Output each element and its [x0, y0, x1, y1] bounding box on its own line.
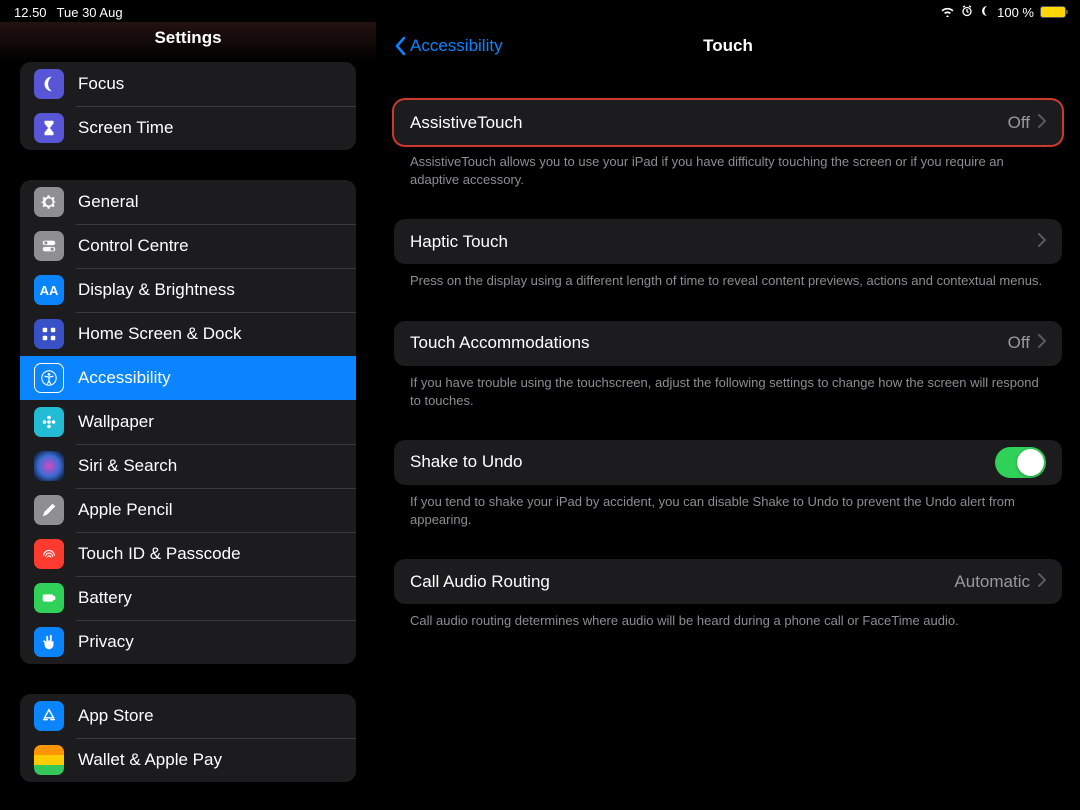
group-assistive-touch: AssistiveTouch Off — [394, 100, 1062, 145]
sidebar-item-apple-pencil[interactable]: Apple Pencil — [20, 488, 356, 532]
status-date: Tue 30 Aug — [57, 5, 123, 20]
row-value: Automatic — [954, 572, 1030, 592]
sidebar-item-control-centre[interactable]: Control Centre — [20, 224, 356, 268]
battery-icon — [34, 583, 64, 613]
sidebar-section-focus: Focus Screen Time — [20, 62, 356, 150]
sidebar-section-main: General Control Centre AA Display & Brig… — [20, 180, 356, 664]
sidebar-item-label: Battery — [78, 588, 132, 608]
hand-icon — [34, 627, 64, 657]
sidebar-item-label: Display & Brightness — [78, 280, 235, 300]
sidebar-item-label: Home Screen & Dock — [78, 324, 241, 344]
settings-sidebar: Settings Focus Screen Time General — [0, 22, 376, 810]
sidebar-item-screen-time[interactable]: Screen Time — [20, 106, 356, 150]
chevron-right-icon — [1038, 333, 1046, 353]
switches-icon — [34, 231, 64, 261]
siri-icon — [34, 451, 64, 481]
footer-accommodations: If you have trouble using the touchscree… — [394, 366, 1062, 410]
row-value: Off — [1008, 333, 1030, 353]
sidebar-item-battery[interactable]: Battery — [20, 576, 356, 620]
moon-icon — [979, 5, 991, 20]
row-label: Touch Accommodations — [410, 333, 1008, 353]
sidebar-item-label: Wallpaper — [78, 412, 154, 432]
row-label: Call Audio Routing — [410, 572, 954, 592]
sidebar-item-wallpaper[interactable]: Wallpaper — [20, 400, 356, 444]
battery-percent: 100 % — [997, 5, 1034, 20]
sidebar-title: Settings — [0, 22, 376, 62]
sidebar-item-label: Wallet & Apple Pay — [78, 750, 222, 770]
row-label: AssistiveTouch — [410, 113, 1008, 133]
sidebar-item-label: Apple Pencil — [78, 500, 173, 520]
sidebar-item-accessibility[interactable]: Accessibility — [20, 356, 356, 400]
row-shake-to-undo: Shake to Undo — [394, 440, 1062, 485]
hourglass-icon — [34, 113, 64, 143]
moon-icon — [34, 69, 64, 99]
group-call-audio-routing: Call Audio Routing Automatic — [394, 559, 1062, 604]
accessibility-icon — [34, 363, 64, 393]
sidebar-item-siri[interactable]: Siri & Search — [20, 444, 356, 488]
sidebar-item-wallet[interactable]: Wallet & Apple Pay — [20, 738, 356, 782]
footer-callrouting: Call audio routing determines where audi… — [394, 604, 1062, 630]
sidebar-item-label: General — [78, 192, 138, 212]
sidebar-item-label: Screen Time — [78, 118, 173, 138]
back-button[interactable]: Accessibility — [394, 36, 503, 56]
row-assistive-touch[interactable]: AssistiveTouch Off — [394, 100, 1062, 145]
sidebar-item-focus[interactable]: Focus — [20, 62, 356, 106]
group-haptic-touch: Haptic Touch — [394, 219, 1062, 264]
chevron-right-icon — [1038, 572, 1046, 592]
row-value: Off — [1008, 113, 1030, 133]
sidebar-item-label: Focus — [78, 74, 124, 94]
footer-assistive: AssistiveTouch allows you to use your iP… — [394, 145, 1062, 189]
flower-icon — [34, 407, 64, 437]
sidebar-item-privacy[interactable]: Privacy — [20, 620, 356, 664]
status-bar: 12.50 Tue 30 Aug 100 % — [0, 0, 1080, 24]
chevron-right-icon — [1038, 232, 1046, 252]
battery-icon — [1040, 6, 1066, 18]
sidebar-item-label: Accessibility — [78, 368, 171, 388]
page-title: Touch — [703, 36, 753, 56]
sidebar-item-label: Touch ID & Passcode — [78, 544, 241, 564]
row-haptic-touch[interactable]: Haptic Touch — [394, 219, 1062, 264]
gear-icon — [34, 187, 64, 217]
chevron-left-icon — [394, 36, 406, 56]
sidebar-item-label: Siri & Search — [78, 456, 177, 476]
sidebar-item-app-store[interactable]: App Store — [20, 694, 356, 738]
sidebar-section-store: App Store Wallet & Apple Pay — [20, 694, 356, 782]
back-label: Accessibility — [410, 36, 503, 56]
detail-nav: Accessibility Touch — [394, 22, 1062, 70]
sidebar-item-touch-id[interactable]: Touch ID & Passcode — [20, 532, 356, 576]
sidebar-item-home-screen[interactable]: Home Screen & Dock — [20, 312, 356, 356]
wifi-icon — [940, 5, 955, 20]
wallet-icon — [34, 745, 64, 775]
footer-haptic: Press on the display using a different l… — [394, 264, 1062, 290]
row-label: Haptic Touch — [410, 232, 1038, 252]
footer-shake: If you tend to shake your iPad by accide… — [394, 485, 1062, 529]
grid-icon — [34, 319, 64, 349]
detail-pane: Accessibility Touch AssistiveTouch Off A… — [376, 22, 1080, 810]
chevron-right-icon — [1038, 113, 1046, 133]
status-time: 12.50 — [14, 5, 47, 20]
alarm-icon — [961, 5, 973, 20]
sidebar-item-general[interactable]: General — [20, 180, 356, 224]
fingerprint-icon — [34, 539, 64, 569]
sidebar-item-label: App Store — [78, 706, 154, 726]
sidebar-item-display[interactable]: AA Display & Brightness — [20, 268, 356, 312]
group-touch-accommodations: Touch Accommodations Off — [394, 321, 1062, 366]
row-touch-accommodations[interactable]: Touch Accommodations Off — [394, 321, 1062, 366]
group-shake-to-undo: Shake to Undo — [394, 440, 1062, 485]
sidebar-item-label: Privacy — [78, 632, 134, 652]
appstore-icon — [34, 701, 64, 731]
pencil-icon — [34, 495, 64, 525]
aa-icon: AA — [34, 275, 64, 305]
sidebar-item-label: Control Centre — [78, 236, 189, 256]
row-label: Shake to Undo — [410, 452, 995, 472]
toggle-shake-to-undo[interactable] — [995, 447, 1046, 478]
row-call-audio-routing[interactable]: Call Audio Routing Automatic — [394, 559, 1062, 604]
